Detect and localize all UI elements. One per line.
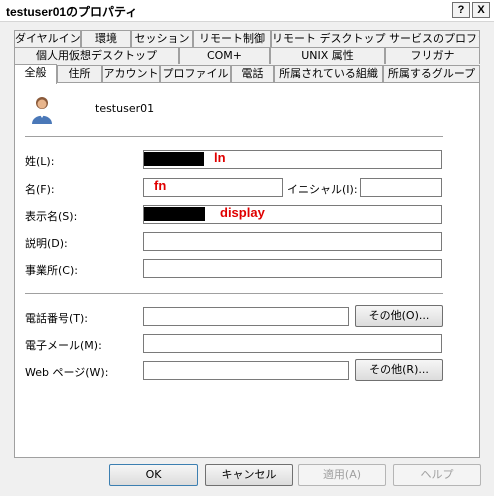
help-footer-button[interactable]: ヘルプ: [393, 464, 481, 486]
display-name-label: 表示名(S):: [25, 210, 78, 223]
display-name-input[interactable]: display: [143, 205, 442, 224]
phone-label: 電話番号(T):: [25, 312, 89, 325]
tab-personal-virtual-desktop[interactable]: 個人用仮想デスクトップ: [14, 47, 179, 64]
description-input[interactable]: [143, 232, 442, 251]
tab-rds-profile[interactable]: リモート デスクトップ サービスのプロファイル: [271, 30, 480, 47]
tab-account[interactable]: アカウント: [102, 65, 160, 82]
tab-com-plus[interactable]: COM+: [179, 47, 270, 64]
web-other-button[interactable]: その他(R)...: [355, 359, 443, 381]
last-name-input[interactable]: ln: [143, 150, 442, 169]
first-name-input[interactable]: fn: [143, 178, 283, 197]
general-tab-panel: testuser01 姓(L): ln 名(F): fn イニシャル(I): 表…: [14, 82, 480, 458]
phone-other-button[interactable]: その他(O)...: [355, 305, 443, 327]
redaction-block: [144, 152, 204, 166]
tab-environment[interactable]: 環境: [81, 30, 131, 47]
separator: [25, 293, 443, 294]
tab-general[interactable]: 全般: [14, 64, 57, 84]
user-icon: [32, 97, 52, 124]
initials-input[interactable]: [360, 178, 442, 197]
tab-address[interactable]: 住所: [57, 65, 102, 82]
username-label: testuser01: [95, 102, 155, 115]
initials-label: イニシャル(I):: [287, 183, 358, 196]
email-input[interactable]: [143, 334, 442, 353]
tab-member-of[interactable]: 所属するグループ: [383, 65, 480, 82]
separator: [25, 136, 443, 137]
tab-dial-in[interactable]: ダイヤルイン: [14, 30, 81, 47]
web-page-label: Web ページ(W):: [25, 366, 109, 379]
title-bar: testuser01のプロパティ ? X: [0, 0, 494, 22]
cancel-button[interactable]: キャンセル: [205, 464, 293, 486]
tab-remote-control[interactable]: リモート制御: [193, 30, 271, 47]
last-name-value: ln: [214, 150, 226, 165]
first-name-value: fn: [154, 178, 167, 193]
close-button[interactable]: X: [472, 2, 490, 18]
first-name-label: 名(F):: [25, 183, 55, 196]
tab-sessions[interactable]: セッション: [131, 30, 193, 47]
window-title: testuser01のプロパティ: [6, 5, 138, 19]
apply-button[interactable]: 適用(A): [298, 464, 386, 486]
tab-profile[interactable]: プロファイル: [160, 65, 231, 82]
email-label: 電子メール(M):: [25, 339, 102, 352]
last-name-label: 姓(L):: [25, 155, 55, 168]
redaction-block: [144, 207, 205, 221]
phone-input[interactable]: [143, 307, 349, 326]
description-label: 説明(D):: [25, 237, 68, 250]
office-input[interactable]: [143, 259, 442, 278]
office-label: 事業所(C):: [25, 264, 78, 277]
tab-telephones[interactable]: 電話: [231, 65, 274, 82]
display-name-value: display: [220, 205, 265, 220]
tab-organization[interactable]: 所属されている組織: [274, 65, 383, 82]
ok-button[interactable]: OK: [109, 464, 198, 486]
help-button[interactable]: ?: [452, 2, 470, 18]
tab-furigana[interactable]: フリガナ: [385, 47, 480, 64]
web-page-input[interactable]: [143, 361, 349, 380]
tab-unix-attributes[interactable]: UNIX 属性: [270, 47, 385, 64]
